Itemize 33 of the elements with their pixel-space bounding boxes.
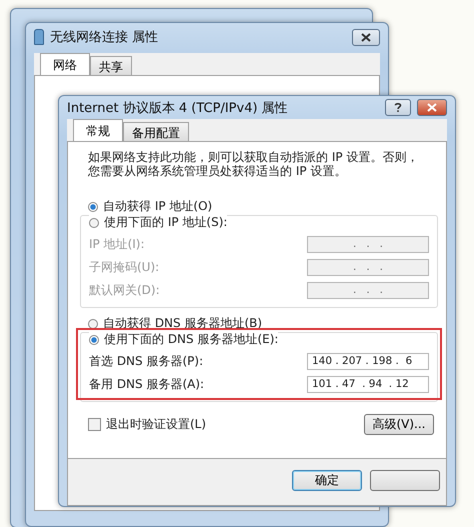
close-icon (427, 103, 437, 112)
ok-button[interactable]: 确定 (292, 470, 362, 491)
window-title: Internet 协议版本 4 (TCP/IPv4) 属性 (67, 100, 289, 116)
tab[interactable]: 常规 (73, 119, 123, 141)
close-button[interactable] (417, 99, 447, 116)
field-label: 默认网关(D): (89, 282, 160, 299)
checkbox-label: 退出时验证设置(L) (106, 416, 206, 433)
radio-button[interactable] (88, 318, 98, 328)
help-button[interactable] (385, 99, 411, 116)
close-button[interactable] (352, 28, 380, 46)
tab[interactable]: 网络 (40, 53, 90, 75)
field-label: 子网掩码(U): (89, 259, 160, 276)
radio-button[interactable] (88, 202, 98, 212)
dialog-button[interactable] (370, 470, 440, 491)
radio-label: 自动获得 DNS 服务器地址(B) (103, 315, 262, 332)
checkbox[interactable] (88, 418, 101, 431)
ip-address-field[interactable]: 101 . 47 . 94 . 12 (307, 376, 429, 393)
radio-button[interactable] (89, 218, 99, 228)
window-title: 无线网络连接 属性 (50, 29, 160, 46)
close-icon (361, 32, 371, 42)
radio-label: 使用下面的 IP 地址(S): (104, 214, 228, 231)
radio-label: 自动获得 IP 地址(O) (103, 198, 212, 215)
field-label: 首选 DNS 服务器(P): (89, 353, 204, 370)
advanced-button[interactable]: 高级(V)... (364, 414, 434, 435)
tab[interactable]: 共享 (90, 56, 132, 75)
ip-address-field[interactable]: 140 . 207 . 198 . 6 (307, 353, 429, 370)
help-icon (394, 102, 402, 113)
radio-button[interactable] (89, 334, 99, 344)
field-label: 备用 DNS 服务器(A): (89, 376, 204, 393)
tab[interactable]: 备用配置 (123, 122, 189, 141)
radio-label: 使用下面的 DNS 服务器地址(E): (104, 331, 278, 348)
description-text: 如果网络支持此功能，则可以获取自动指派的 IP 设置。否则，您需要从网络系统管理员处获得适当的 IP 设置。 (88, 150, 420, 178)
field-label: IP 地址(I): (89, 236, 145, 253)
